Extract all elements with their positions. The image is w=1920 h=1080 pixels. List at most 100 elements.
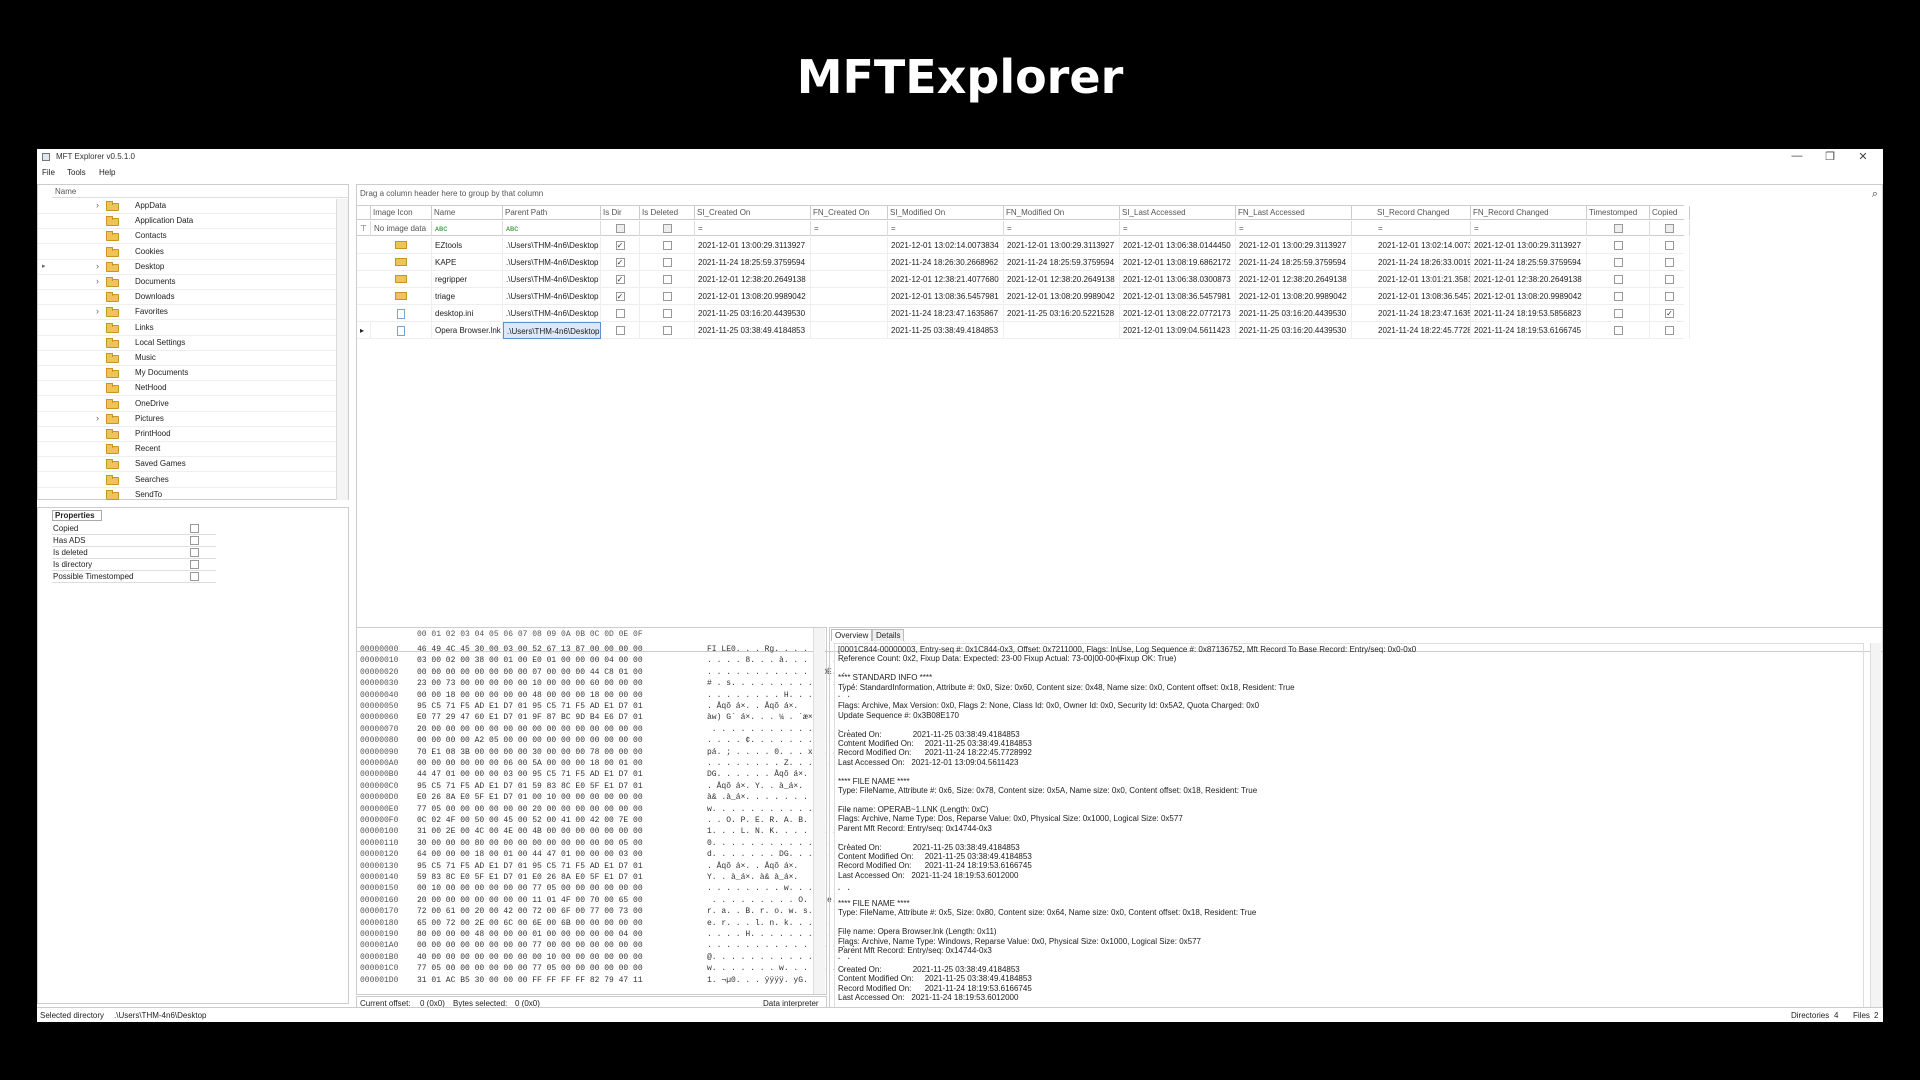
- menu-help[interactable]: Help: [99, 168, 115, 177]
- column-header[interactable]: Parent Path: [503, 206, 601, 220]
- filter-text-icon[interactable]: ᴀʙᴄ: [432, 221, 503, 236]
- filter-equals-cell[interactable]: =: [811, 221, 888, 236]
- hex-ascii[interactable]: . Åqõ á×. . Åqõ á×.: [707, 862, 798, 871]
- column-header[interactable]: SI_Record Changed: [1375, 206, 1471, 220]
- tab-details[interactable]: Details: [872, 629, 905, 641]
- tree-header-name[interactable]: Name: [52, 185, 348, 198]
- filter-checkbox[interactable]: [1613, 224, 1623, 233]
- tree-item[interactable]: Links: [38, 321, 336, 336]
- hex-ascii[interactable]: . Åqõ á×. . Åqõ á×.: [707, 702, 798, 711]
- filter-equals-cell[interactable]: =: [888, 221, 1004, 236]
- table-row[interactable]: ▸ Opera Browser.lnk .\Users\THM-4n6\Deskto…: [357, 322, 1690, 339]
- expand-chevron-icon[interactable]: ›: [96, 276, 99, 286]
- tree-item[interactable]: SendTo: [38, 488, 336, 500]
- hex-bytes[interactable]: 30 00 00 00 80 00 00 00 00 00 00 00 00 0…: [417, 839, 643, 848]
- hex-ascii[interactable]: . . . . 8. . . à. . . . . . .: [707, 656, 846, 665]
- tree-scrollbar[interactable]: [336, 199, 348, 500]
- expand-chevron-icon[interactable]: ›: [96, 261, 99, 271]
- menu-file[interactable]: File: [42, 168, 55, 177]
- filter-checkbox[interactable]: [662, 224, 672, 233]
- table-row[interactable]: regripper .\Users\THM-4n6\Desktop ✓ 2021-12…: [357, 271, 1690, 288]
- filter-text-icon[interactable]: ᴀʙᴄ: [503, 221, 601, 236]
- details-scrollbar[interactable]: [1870, 643, 1881, 1008]
- tree-item[interactable]: PrintHood: [38, 427, 336, 442]
- expand-chevron-icon[interactable]: ›: [96, 413, 99, 423]
- column-header[interactable]: FN_Modified On: [1004, 206, 1120, 220]
- search-icon[interactable]: ⌕: [1872, 188, 1878, 201]
- hex-bytes[interactable]: 00 10 00 00 00 00 00 00 77 05 00 00 00 0…: [417, 884, 643, 893]
- column-header[interactable]: SI_Created On: [695, 206, 811, 220]
- tree-item[interactable]: › Pictures: [38, 412, 336, 427]
- hex-bytes[interactable]: 77 05 00 00 00 00 00 00 20 00 00 00 00 0…: [417, 805, 643, 814]
- tree-item[interactable]: NetHood: [38, 381, 336, 397]
- column-header[interactable]: Is Dir: [601, 206, 640, 220]
- hex-bytes[interactable]: 31 01 AC B5 30 00 00 00 FF FF FF FF 82 7…: [417, 976, 643, 985]
- column-header[interactable]: SI_Modified On: [888, 206, 1004, 220]
- tree-item[interactable]: › AppData: [38, 199, 336, 214]
- hex-ascii[interactable]: FI LE0. . . Rg. . . . . .: [707, 645, 827, 654]
- column-header[interactable]: Timestomped: [1587, 206, 1650, 220]
- hex-ascii[interactable]: r. a. . B. r. o. w. s.: [707, 907, 813, 916]
- hex-ascii[interactable]: Y. . à_á×. à& à_á×.: [707, 873, 798, 882]
- hex-scrollbar[interactable]: [813, 628, 825, 994]
- hex-bytes[interactable]: 64 00 00 00 18 00 01 00 44 47 01 00 00 0…: [417, 850, 643, 859]
- tree-item[interactable]: Searches: [38, 473, 336, 488]
- hex-ascii[interactable]: à& .à_á×. . . . . . . .: [707, 793, 817, 802]
- hex-bytes[interactable]: 23 00 73 00 00 00 00 00 10 00 00 00 60 0…: [417, 679, 643, 688]
- hex-bytes[interactable]: 72 00 61 00 20 00 42 00 72 00 6F 00 77 0…: [417, 907, 643, 916]
- column-header[interactable]: FN_Record Changed: [1471, 206, 1587, 220]
- column-header[interactable]: FN_Last Accessed: [1236, 206, 1352, 220]
- tree-item[interactable]: Recent: [38, 442, 336, 458]
- filter-checkbox-cell[interactable]: [1650, 221, 1690, 236]
- hex-bytes[interactable]: 00 00 18 00 00 00 00 00 48 00 00 00 18 0…: [417, 691, 643, 700]
- filter-equals-cell[interactable]: =: [1236, 221, 1352, 236]
- tab-overview[interactable]: Overview: [831, 629, 873, 641]
- tree-item[interactable]: Application Data: [38, 214, 336, 230]
- hex-bytes[interactable]: 40 00 00 00 00 00 00 00 00 10 00 00 00 0…: [417, 953, 643, 962]
- hex-bytes[interactable]: 95 C5 71 F5 AD E1 D7 01 95 C5 71 F5 AD E…: [417, 862, 643, 871]
- tree-item[interactable]: ▸ › Desktop: [38, 260, 336, 275]
- tree-item[interactable]: Saved Games: [38, 457, 336, 473]
- tree-item[interactable]: Contacts: [38, 229, 336, 245]
- tree-item[interactable]: OneDrive: [38, 397, 336, 412]
- filter-checkbox-cell[interactable]: [640, 221, 695, 236]
- restore-button[interactable]: ❐: [1820, 150, 1840, 163]
- table-row[interactable]: KAPE .\Users\THM-4n6\Desktop ✓ 2021-11-24 1…: [357, 254, 1690, 271]
- hex-bytes[interactable]: 80 00 00 00 48 00 00 00 01 00 00 00 00 0…: [417, 930, 643, 939]
- close-button[interactable]: ✕: [1853, 150, 1873, 163]
- filter-checkbox[interactable]: [615, 224, 625, 233]
- column-header[interactable]: SI_Last Accessed: [1120, 206, 1236, 220]
- hex-bytes[interactable]: 00 00 00 00 00 00 00 00 07 00 00 00 44 C…: [417, 668, 643, 677]
- column-header[interactable]: Is Deleted: [640, 206, 695, 220]
- column-header[interactable]: Copied: [1650, 206, 1690, 220]
- hex-ascii[interactable]: 1. ¬µ0. . . ÿÿÿÿ. yG.: [707, 976, 808, 985]
- hex-ascii[interactable]: w. . . . . . . w. . . . . . .: [707, 964, 846, 973]
- filter-equals-cell[interactable]: =: [1004, 221, 1120, 236]
- hex-bytes[interactable]: 95 C5 71 F5 AD E1 D7 01 59 83 8C E0 5F E…: [417, 782, 643, 791]
- hex-bytes[interactable]: 65 00 72 00 2E 00 6C 00 6E 00 6B 00 00 0…: [417, 919, 643, 928]
- hex-ascii[interactable]: . . . . . . . . . . . . DÈ. .: [707, 668, 846, 677]
- record-details-text[interactable]: [0001C844-00000003, Entry-seq #: 0x1C844…: [834, 643, 1864, 1008]
- hex-ascii[interactable]: . Åqõ á×. Y. . à_á×.: [707, 782, 803, 791]
- hex-bytes[interactable]: 20 00 00 00 00 00 00 00 11 01 4F 00 70 0…: [417, 896, 643, 905]
- tree-item[interactable]: › Documents: [38, 275, 336, 290]
- hex-bytes[interactable]: E0 26 8A E0 5F E1 D7 01 00 10 00 00 00 0…: [417, 793, 643, 802]
- hex-bytes[interactable]: 77 05 00 00 00 00 00 00 77 05 00 00 00 0…: [417, 964, 643, 973]
- hex-bytes[interactable]: E0 77 29 47 60 E1 D7 01 9F 87 BC 9D B4 E…: [417, 713, 643, 722]
- filter-checkbox-cell[interactable]: [1587, 221, 1650, 236]
- hex-bytes[interactable]: 46 49 4C 45 30 00 03 00 52 67 13 87 00 0…: [417, 645, 643, 654]
- tree-item[interactable]: Downloads: [38, 290, 336, 306]
- hex-bytes[interactable]: 0C 02 4F 00 50 00 45 00 52 00 41 00 42 0…: [417, 816, 643, 825]
- tree-item[interactable]: My Documents: [38, 366, 336, 382]
- table-row[interactable]: EZtools .\Users\THM-4n6\Desktop ✓ 2021-12-0…: [357, 237, 1690, 254]
- table-row[interactable]: desktop.ini .\Users\THM-4n6\Desktop 2021-1…: [357, 305, 1690, 322]
- filter-equals-cell[interactable]: =: [695, 221, 811, 236]
- hex-bytes[interactable]: 70 E1 08 3B 00 00 00 00 30 00 00 00 78 0…: [417, 748, 643, 757]
- hex-bytes[interactable]: 59 83 8C E0 5F E1 D7 01 E0 26 8A E0 5F E…: [417, 873, 643, 882]
- expand-chevron-icon[interactable]: ›: [96, 306, 99, 316]
- hex-bytes[interactable]: 44 47 01 00 00 00 03 00 95 C5 71 F5 AD E…: [417, 770, 643, 779]
- hex-ascii[interactable]: àw) G` á×. . . ¼ . ´æ×.: [707, 713, 817, 722]
- tree-item[interactable]: Local Settings: [38, 336, 336, 351]
- filter-equals-cell[interactable]: =: [1471, 221, 1587, 236]
- hex-bytes[interactable]: 31 00 2E 00 4C 00 4E 00 4B 00 00 00 00 0…: [417, 827, 643, 836]
